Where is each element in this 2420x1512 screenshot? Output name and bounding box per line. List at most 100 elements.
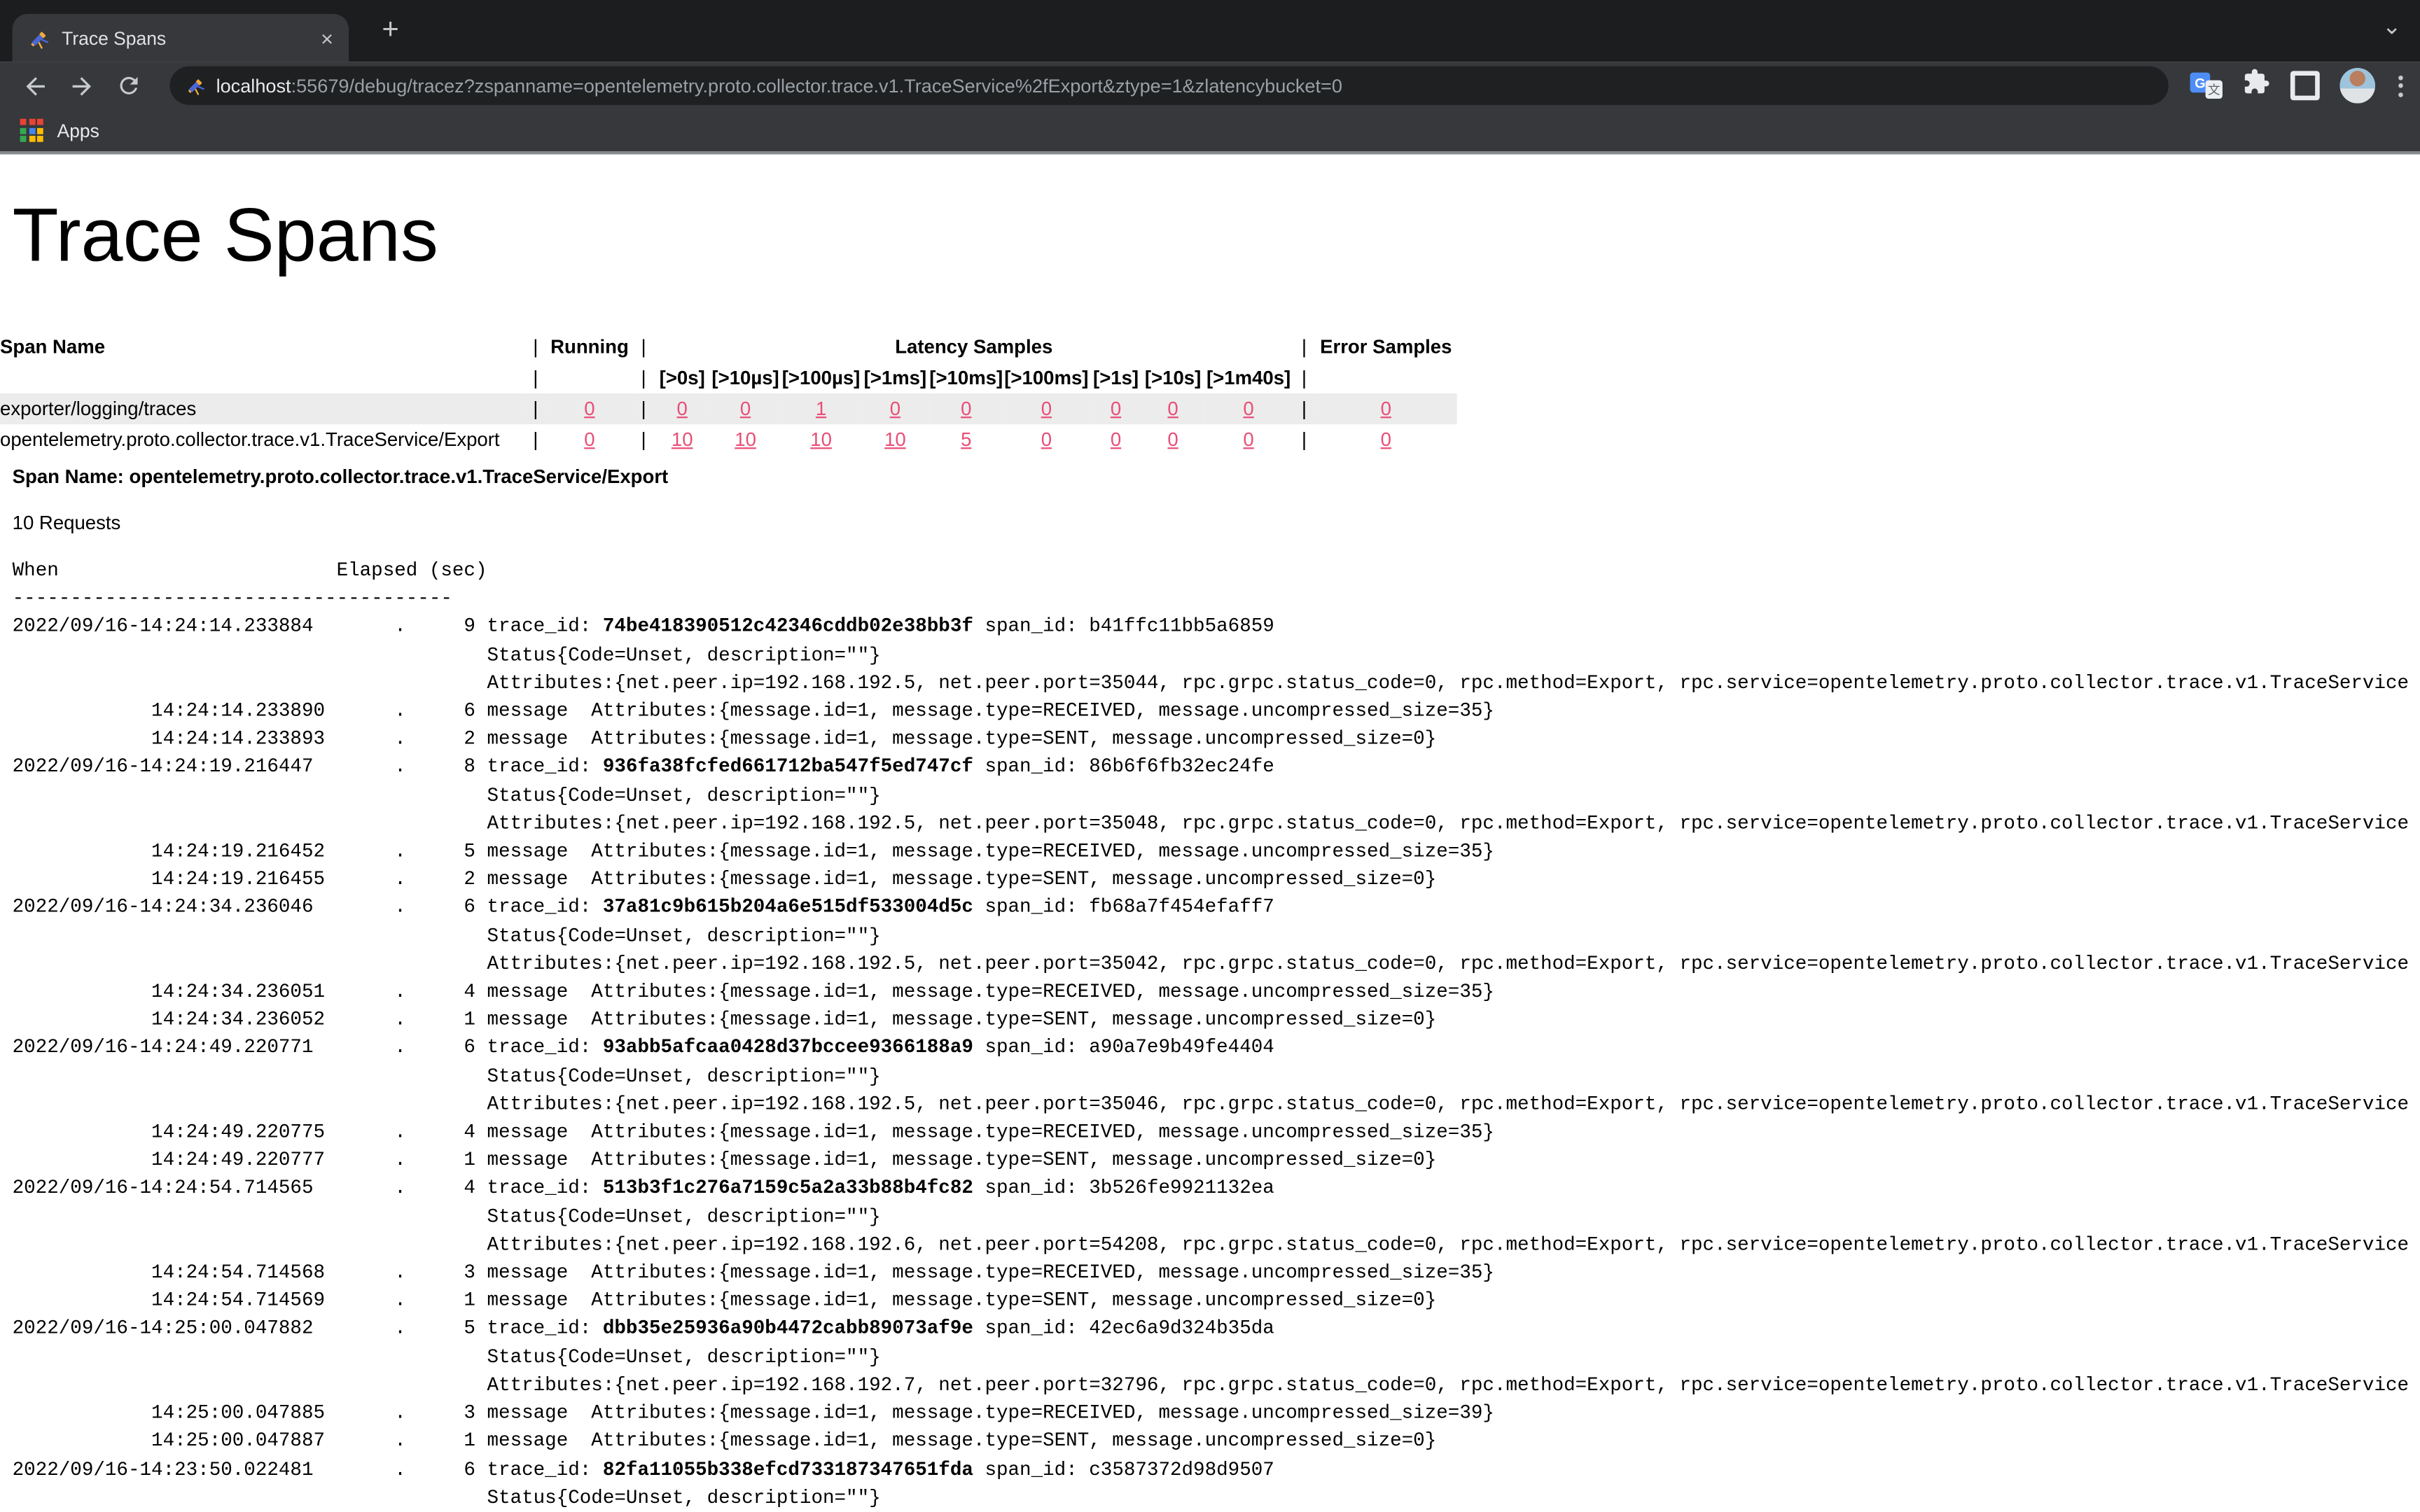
latency-bucket-link[interactable]: 0 [677,398,688,420]
entry-when: 2022/09/16-14:24:34.236046 . 6 trace_id: [13,897,603,919]
latency-bucket-link[interactable]: 5 [961,429,971,451]
tab-search-chevron-icon[interactable]: ⌄ [2382,13,2402,41]
bucket-label: [>0s] [655,363,710,393]
separator: | [524,363,546,393]
telescope-favicon-icon [185,76,205,96]
separator: | [1293,393,1315,424]
trace-entry-message: 14:24:34.236051 . 4 message Attributes:{… [13,979,2420,1007]
side-panel-icon[interactable] [2290,71,2320,100]
span-name-cell: exporter/logging/traces [0,393,524,424]
latency-bucket-link[interactable]: 10 [810,429,832,451]
latency-bucket-link[interactable]: 10 [735,429,756,451]
back-button[interactable] [15,66,55,106]
running-count-link[interactable]: 0 [584,429,594,451]
latency-bucket-link[interactable]: 10 [884,429,906,451]
request-count: 10 Requests [13,511,2420,536]
entry-when: 2022/09/16-14:24:19.216447 . 8 trace_id: [13,757,603,778]
url-bar[interactable]: localhost:55679/debug/tracez?zspanname=o… [169,66,2168,105]
url-text: localhost:55679/debug/tracez?zspanname=o… [216,75,1342,97]
separator: | [633,332,655,363]
error-count-link[interactable]: 0 [1381,429,1391,451]
browser-window: Trace Spans × + ⌄ loca [0,0,2420,1512]
entry-when: 2022/09/16-14:23:50.022481 . 6 trace_id: [13,1459,603,1480]
trace-entry-status: Status{Code=Unset, description=""} [13,1063,2420,1091]
span-id: span_id: 86b6f6fb32ec24fe [973,757,1274,778]
back-arrow-icon [22,71,50,99]
latency-bucket-link[interactable]: 0 [890,398,900,420]
trace-id: 74be418390512c42346cddb02e38bb3f [603,616,973,638]
telescope-favicon-icon [28,27,50,49]
bookmarks-bar: Apps [0,109,2420,154]
translate-icon[interactable]: G 文 [2190,73,2223,99]
trace-entry-head: 2022/09/16-14:24:54.714565 . 4 trace_id:… [13,1175,2420,1203]
trace-entry-status: Status{Code=Unset, description=""} [13,1203,2420,1231]
reload-icon [115,73,141,99]
tracez-page: Trace Spans Span Name | Running | Latenc… [0,193,2420,1512]
col-running: Running [546,332,632,363]
trace-entry-status: Status{Code=Unset, description=""} [13,1484,2420,1512]
translate-wen-glyph: 文 [2206,80,2223,99]
latency-bucket-link[interactable]: 0 [1111,429,1121,451]
bucket-label: [>10µs] [710,363,781,393]
trace-entry-message: 14:24:49.220777 . 1 message Attributes:{… [13,1147,2420,1175]
col-error-samples: Error Samples [1315,332,1457,363]
span-id: span_id: fb68a7f454efaff7 [973,897,1274,919]
reload-button[interactable] [108,66,148,106]
extensions-puzzle-icon[interactable] [2243,68,2271,104]
separator: | [633,424,655,455]
latency-bucket-link[interactable]: 0 [1243,429,1253,451]
trace-entry-message: 14:24:14.233893 . 2 message Attributes:{… [13,725,2420,753]
separator: | [524,393,546,424]
forward-arrow-icon [68,71,96,99]
bucket-label: [>10ms] [929,363,1003,393]
trace-entry-status: Status{Code=Unset, description=""} [13,1343,2420,1371]
trace-entry-status: Status{Code=Unset, description=""} [13,782,2420,810]
latency-bucket-link[interactable]: 1 [816,398,826,420]
bucket-label: [>1ms] [861,363,929,393]
new-tab-button[interactable]: + [370,10,410,50]
span-id: span_id: 3b526fe9921132ea [973,1178,1274,1200]
selected-span-label: Span Name: opentelemetry.proto.collector… [13,464,2420,489]
tab-strip: Trace Spans × + ⌄ [0,0,2420,62]
separator: | [633,363,655,393]
entry-when: 2022/09/16-14:24:14.233884 . 9 trace_id: [13,616,603,638]
table-row: opentelemetry.proto.collector.trace.v1.T… [0,424,1457,455]
separator: | [633,393,655,424]
trace-id: 936fa38fcfed661712ba547f5ed747cf [603,757,973,778]
latency-bucket-link[interactable]: 0 [1167,429,1178,451]
trace-entry-message: 14:24:14.233890 . 6 message Attributes:{… [13,697,2420,725]
trace-id: 82fa11055b338efcd733187347651fda [603,1459,973,1480]
latency-bucket-link[interactable]: 0 [740,398,751,420]
trace-entry-status: Status{Code=Unset, description=""} [13,641,2420,669]
trace-id: 93abb5afcaa0428d37bccee9366188a9 [603,1037,973,1059]
latency-bucket-link[interactable]: 0 [1243,398,1253,420]
trace-entry-head: 2022/09/16-14:25:00.047882 . 5 trace_id:… [13,1315,2420,1343]
tab-close-icon[interactable]: × [321,27,333,49]
bookmark-apps[interactable]: Apps [57,120,99,141]
trace-entry-head: 2022/09/16-14:24:14.233884 . 9 trace_id:… [13,613,2420,641]
running-count-link[interactable]: 0 [584,398,594,420]
browser-menu-icon[interactable] [2395,75,2405,97]
latency-bucket-link[interactable]: 0 [961,398,971,420]
trace-entry-head: 2022/09/16-14:24:34.236046 . 6 trace_id:… [13,894,2420,922]
trace-entry-head: 2022/09/16-14:24:49.220771 . 6 trace_id:… [13,1035,2420,1063]
bucket-header-row: | | [>0s] [>10µs] [>100µs] [>1ms] [>10ms… [0,363,1457,393]
latency-bucket-link[interactable]: 0 [1041,429,1052,451]
latency-bucket-link[interactable]: 0 [1041,398,1052,420]
latency-bucket-link[interactable]: 0 [1111,398,1121,420]
trace-entry-attributes: Attributes:{net.peer.ip=192.168.192.7, n… [13,1371,2420,1399]
bucket-label: [>100µs] [781,363,861,393]
page-title: Trace Spans [13,193,2420,279]
latency-bucket-link[interactable]: 0 [1167,398,1178,420]
log-divider: -------------------------------------- [13,585,2420,613]
span-id: span_id: c3587372d98d9507 [973,1459,1274,1480]
trace-entry-attributes: Attributes:{net.peer.ip=192.168.192.5, n… [13,669,2420,697]
span-summary-table: Span Name | Running | Latency Samples | … [0,332,1457,455]
latency-bucket-link[interactable]: 10 [672,429,693,451]
forward-button[interactable] [62,66,102,106]
trace-id: 513b3f1c276a7159c5a2a33b88b4fc82 [603,1178,973,1200]
tab-trace-spans[interactable]: Trace Spans × [13,14,349,62]
error-count-link[interactable]: 0 [1381,398,1391,420]
profile-avatar[interactable] [2339,68,2375,104]
trace-entry-head: 2022/09/16-14:23:50.022481 . 6 trace_id:… [13,1456,2420,1484]
